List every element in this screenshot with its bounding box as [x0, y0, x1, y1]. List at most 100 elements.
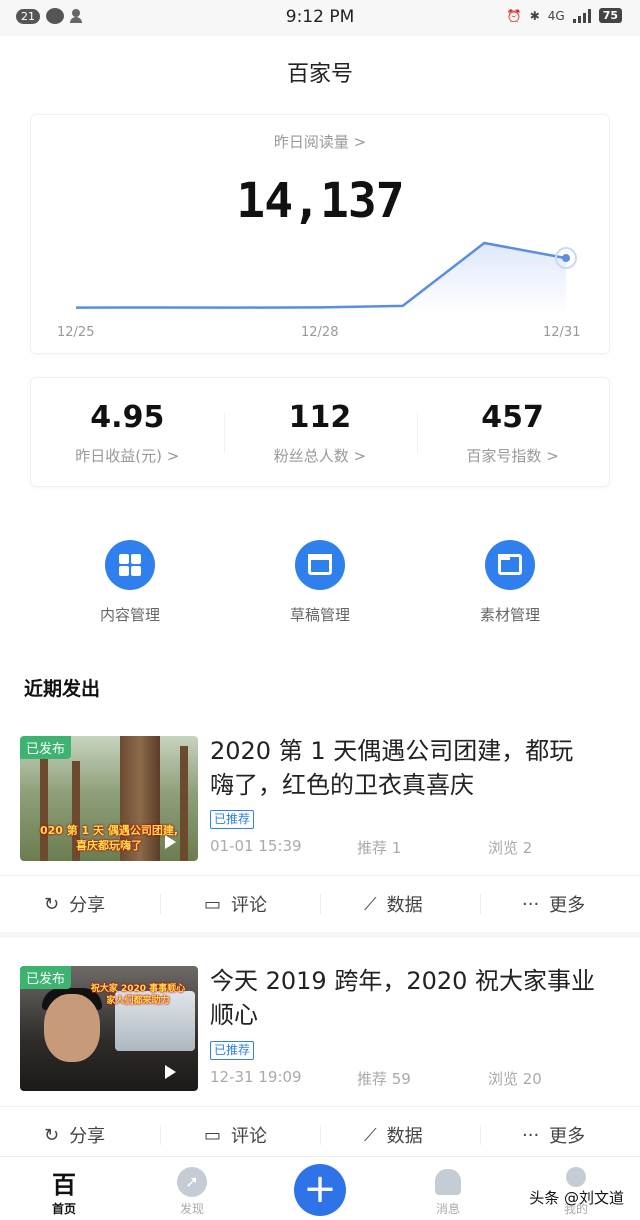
post-title[interactable]: 2020 第 1 天偶遇公司团建，都玩 [210, 734, 610, 768]
recommended-tag: 已推荐 [210, 1041, 255, 1060]
post-actions: ↻ 分享 ▭ 评论 ⟋ 数据 ··· 更多 [0, 1106, 640, 1162]
stat-followers[interactable]: 112 粉丝总人数 > [224, 378, 417, 486]
chart-icon: ⟋ [364, 1124, 377, 1146]
post-actions: ↻ 分享 ▭ 评论 ⟋ 数据 ··· 更多 [0, 875, 640, 931]
post-date: 01-01 15:39 [210, 837, 302, 855]
compass-icon: ➚ [177, 1167, 207, 1197]
user-icon [566, 1167, 586, 1187]
share-icon: ↻ [44, 1124, 60, 1146]
bell-icon [435, 1169, 461, 1195]
network-label: 4G [547, 8, 565, 23]
tab-home[interactable]: 百 首页 [14, 1157, 114, 1220]
comment-icon: ▭ [204, 893, 222, 915]
data-button[interactable]: ⟋ 数据 [364, 876, 423, 932]
battery-icon: 75 [598, 8, 622, 23]
tab-label: 首页 [51, 1202, 76, 1216]
more-label: 更多 [549, 895, 586, 916]
stats-card: 4.95 昨日收益(元) > 112 粉丝总人数 > 457 百家号指数 > [30, 377, 610, 487]
status-bar: 21 9:12 PM ⏰ ✱ 4G 75 [0, 0, 640, 36]
more-icon: ··· [522, 1124, 540, 1146]
more-icon: ··· [522, 893, 540, 915]
data-button[interactable]: ⟋ 数据 [364, 1107, 423, 1163]
more-button[interactable]: ··· 更多 [522, 876, 585, 932]
divider [320, 894, 321, 914]
folder-icon [485, 540, 535, 590]
thumb-caption: 祝大家 2020 事事顺心 [90, 984, 186, 994]
share-label: 分享 [69, 1126, 106, 1147]
tools-row: 内容管理 草稿管理 素材管理 [0, 540, 640, 630]
share-icon: ↻ [44, 893, 60, 915]
draft-icon [295, 540, 345, 590]
share-button[interactable]: ↻ 分享 [44, 876, 105, 932]
post-recommend-count: 推荐 1 [357, 839, 402, 857]
share-button[interactable]: ↻ 分享 [44, 1107, 105, 1163]
play-icon [165, 1065, 176, 1079]
comment-button[interactable]: ▭ 评论 [204, 1107, 267, 1163]
post-recommend-count: 推荐 59 [357, 1070, 411, 1088]
divider [160, 894, 161, 914]
data-label: 数据 [386, 895, 423, 916]
stat-value: 112 [288, 400, 352, 435]
published-badge: 已发布 [20, 736, 72, 759]
chart-xtick: 12/31 [543, 325, 581, 340]
bluetooth-icon: ✱ [529, 8, 540, 23]
tab-label: 消息 [435, 1202, 460, 1216]
post-view-count: 浏览 2 [488, 839, 533, 857]
home-logo-icon: 百 [52, 1171, 76, 1199]
alarm-icon: ⏰ [506, 8, 522, 23]
tab-label: 发现 [179, 1202, 204, 1216]
chart-icon: ⟋ [364, 893, 377, 915]
content-management-button[interactable]: 内容管理 [60, 540, 200, 625]
reads-chart [75, 241, 577, 315]
stat-index[interactable]: 457 百家号指数 > [416, 378, 609, 486]
divider [480, 1125, 481, 1145]
post-title[interactable]: 嗨了，红色的卫衣真喜庆 [210, 768, 610, 802]
published-badge: 已发布 [20, 966, 72, 989]
chart-xtick: 12/28 [301, 325, 339, 340]
tab-discover[interactable]: ➚ 发现 [142, 1157, 242, 1220]
divider [160, 1125, 161, 1145]
chart-point [562, 254, 570, 263]
tool-label: 素材管理 [479, 606, 540, 624]
comment-label: 评论 [231, 895, 268, 916]
watermark: 头条 @刘文道 [529, 1189, 624, 1207]
divider [320, 1125, 321, 1145]
divider [480, 894, 481, 914]
section-title: 近期发出 [24, 678, 101, 700]
separator [0, 932, 640, 938]
data-label: 数据 [386, 1126, 423, 1147]
stat-value: 4.95 [90, 400, 165, 435]
play-icon [165, 835, 176, 849]
comment-button[interactable]: ▭ 评论 [204, 876, 267, 932]
post-view-count: 浏览 20 [488, 1070, 542, 1088]
tab-messages[interactable]: 消息 [398, 1157, 498, 1220]
stat-label: 百家号指数 > [466, 447, 559, 465]
material-management-button[interactable]: 素材管理 [440, 540, 580, 625]
stat-value: 457 [481, 400, 544, 435]
tool-label: 内容管理 [99, 606, 160, 624]
stat-label: 粉丝总人数 > [273, 447, 367, 465]
video-thumbnail[interactable]: 已发布 祝大家 2020 事事顺心 家人们都来助力 [20, 966, 198, 1091]
tool-label: 草稿管理 [289, 606, 350, 624]
comment-label: 评论 [231, 1126, 268, 1147]
stat-label: 昨日收益(元) > [75, 447, 180, 465]
draft-management-button[interactable]: 草稿管理 [250, 540, 390, 625]
add-post-button[interactable]: + [294, 1164, 346, 1216]
post-date: 12-31 19:09 [210, 1068, 302, 1086]
chart-area [76, 243, 566, 315]
grid-icon [105, 540, 155, 590]
reads-card[interactable]: 昨日阅读量 > 14,137 12/25 12/28 12/31 [30, 114, 610, 354]
stat-earnings[interactable]: 4.95 昨日收益(元) > [31, 378, 224, 486]
page-title: 百家号 [286, 62, 353, 87]
post-title[interactable]: 今天 2019 跨年，2020 祝大家事业 [210, 964, 610, 998]
comment-icon: ▭ [204, 1124, 222, 1146]
share-label: 分享 [69, 895, 106, 916]
more-button[interactable]: ··· 更多 [522, 1107, 585, 1163]
more-label: 更多 [549, 1126, 586, 1147]
recommended-tag: 已推荐 [210, 810, 255, 829]
signal-icon [572, 8, 591, 23]
thumb-caption: 家人们都来助力 [106, 996, 170, 1006]
post-title[interactable]: 顺心 [210, 998, 610, 1032]
chart-xtick: 12/25 [57, 325, 95, 340]
video-thumbnail[interactable]: 已发布 020 第 1 天 偶遇公司团建, 喜庆都玩嗨了 [20, 736, 198, 861]
